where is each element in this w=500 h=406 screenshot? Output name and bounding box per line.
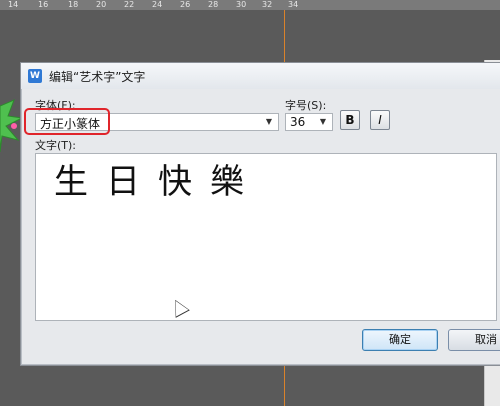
edit-wordart-dialog: W 编辑“艺术字”文字 字体(F): 方正小篆体 ▼ 字号(S): 36 ▼ B…	[20, 62, 500, 366]
ruler-tick: 24	[152, 0, 163, 9]
ruler-tick: 16	[38, 0, 49, 9]
cancel-button[interactable]: 取消	[448, 329, 500, 351]
wps-writer-icon: W	[28, 69, 42, 83]
size-value: 36	[290, 115, 306, 129]
bold-button[interactable]: B	[340, 110, 360, 130]
ruler-tick: 26	[180, 0, 191, 9]
ruler-tick: 30	[236, 0, 247, 9]
ruler-tick: 34	[288, 0, 299, 9]
top-ruler: 14 16 18 20 22 24 26 28 30 32 34	[0, 0, 500, 10]
font-highlight-box	[24, 108, 110, 135]
chevron-down-icon[interactable]: ▼	[316, 114, 330, 130]
wordart-text: 生日快樂	[54, 162, 262, 202]
wordart-text-input[interactable]: 生日快樂	[35, 153, 497, 321]
ruler-tick: 32	[262, 0, 273, 9]
ruler-tick: 20	[96, 0, 107, 9]
ruler-tick: 22	[124, 0, 135, 9]
ruler-tick: 14	[8, 0, 19, 9]
italic-button[interactable]: I	[370, 110, 390, 130]
ruler-tick: 28	[208, 0, 219, 9]
text-label: 文字(T):	[35, 139, 77, 152]
ruler-tick: 18	[68, 0, 79, 9]
size-select[interactable]: 36 ▼	[285, 113, 333, 131]
dialog-title: 编辑“艺术字”文字	[49, 70, 146, 84]
chevron-down-icon[interactable]: ▼	[262, 114, 276, 130]
ok-button[interactable]: 确定	[362, 329, 438, 351]
size-label: 字号(S):	[285, 99, 327, 112]
dialog-titlebar[interactable]: W 编辑“艺术字”文字	[21, 63, 500, 89]
